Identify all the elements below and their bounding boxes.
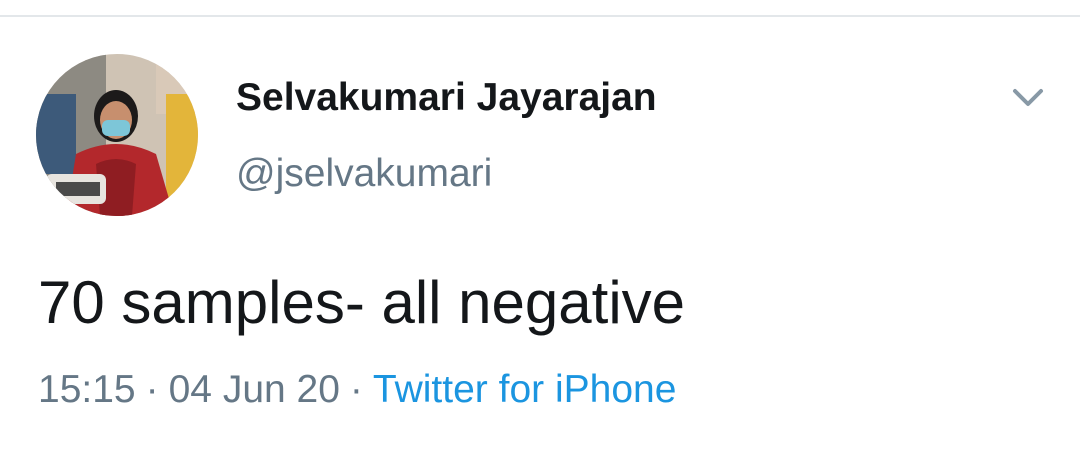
meta-separator: · [145, 368, 159, 411]
author-handle[interactable]: @jselvakumari [236, 152, 492, 196]
chevron-down-icon [1013, 89, 1043, 106]
avatar[interactable] [36, 54, 198, 216]
profile-photo-icon [36, 54, 198, 216]
top-divider [0, 15, 1080, 17]
tweet-text: 70 samples- all negative [38, 269, 686, 336]
meta-separator: · [349, 368, 363, 411]
tweet-date[interactable]: 04 Jun 20 [169, 368, 340, 411]
tweet-source-link[interactable]: Twitter for iPhone [373, 368, 676, 411]
tweet-meta: 15:15 · 04 Jun 20 · Twitter for iPhone [38, 368, 676, 412]
tweet-time[interactable]: 15:15 [38, 368, 136, 411]
more-options-button[interactable] [1004, 78, 1052, 118]
author-display-name[interactable]: Selvakumari Jayarajan [236, 76, 657, 120]
